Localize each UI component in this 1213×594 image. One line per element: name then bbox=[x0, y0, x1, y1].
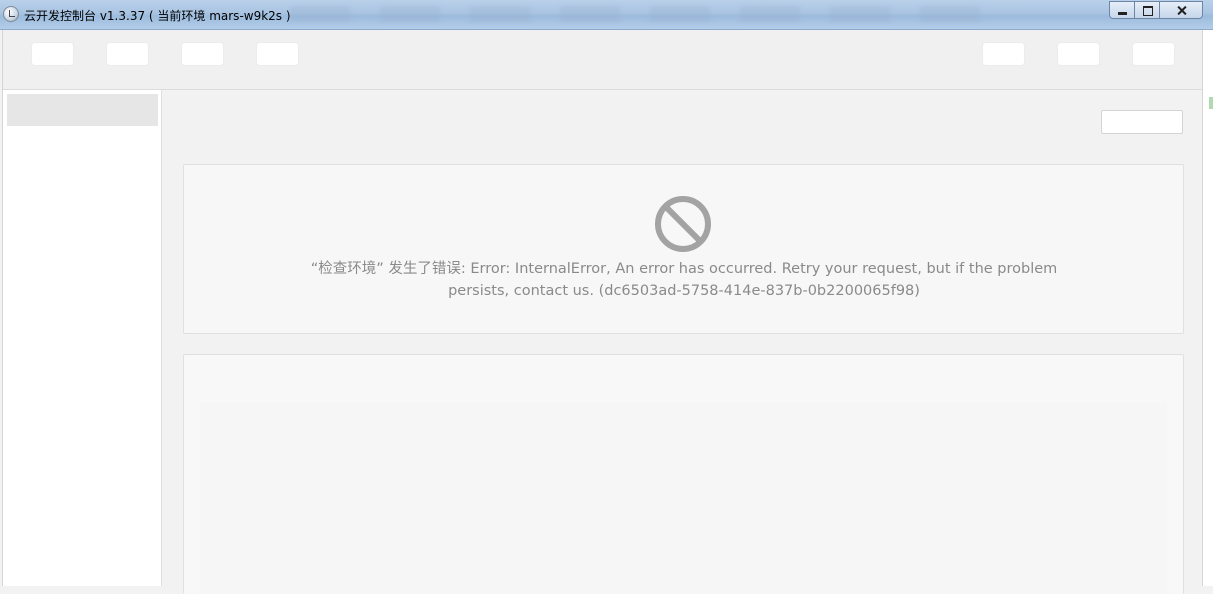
toolbar-button-4[interactable] bbox=[257, 43, 298, 65]
toolbar-button-3[interactable] bbox=[182, 43, 223, 65]
sidebar-item-selected[interactable] bbox=[7, 94, 158, 126]
sidebar bbox=[3, 90, 162, 586]
close-icon bbox=[1160, 2, 1202, 18]
blurred-background-tabs bbox=[290, 6, 980, 22]
background-window-edge bbox=[1203, 30, 1213, 586]
toolbar bbox=[3, 30, 1202, 90]
minimize-button[interactable] bbox=[1109, 1, 1135, 19]
close-button[interactable] bbox=[1159, 1, 1203, 19]
toolbar-button-1[interactable] bbox=[32, 43, 73, 65]
error-message: “检查环境” 发生了错误: Error: InternalError, An e… bbox=[294, 258, 1074, 302]
toolbar-right-button-2[interactable] bbox=[1058, 43, 1099, 65]
window-title: 云开发控制台 v1.3.37 ( 当前环境 mars-w9k2s ) bbox=[24, 9, 291, 23]
error-message-line-1: “检查环境” 发生了错误: Error: InternalError, An e… bbox=[310, 261, 1058, 277]
error-message-line-2: persists, contact us. (dc6503ad-5758-414… bbox=[448, 283, 920, 299]
minimize-icon bbox=[1110, 2, 1134, 18]
toolbar-button-2[interactable] bbox=[107, 43, 148, 65]
maximize-icon bbox=[1135, 2, 1159, 18]
content-panel bbox=[183, 354, 1184, 594]
toolbar-right-button-3[interactable] bbox=[1133, 43, 1174, 65]
maximize-button[interactable] bbox=[1134, 1, 1160, 19]
app-window: “检查环境” 发生了错误: Error: InternalError, An e… bbox=[2, 30, 1203, 594]
window-titlebar: 云开发控制台 v1.3.37 ( 当前环境 mars-w9k2s ) bbox=[0, 0, 1213, 30]
content-panel-body bbox=[200, 403, 1167, 594]
toolbar-right-button-1[interactable] bbox=[983, 43, 1024, 65]
action-button[interactable] bbox=[1101, 110, 1183, 134]
window-controls bbox=[1109, 1, 1203, 19]
error-panel: “检查环境” 发生了错误: Error: InternalError, An e… bbox=[183, 164, 1184, 334]
app-icon bbox=[3, 6, 19, 22]
main-content: “检查环境” 发生了错误: Error: InternalError, An e… bbox=[163, 90, 1202, 594]
ban-icon bbox=[655, 196, 711, 252]
background-indicator bbox=[1209, 97, 1213, 109]
